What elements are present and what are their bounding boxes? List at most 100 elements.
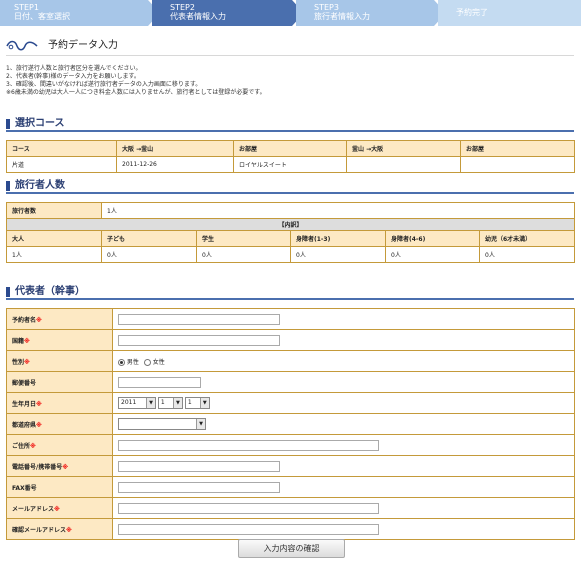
header-cell: 大阪 →釜山 (116, 140, 234, 157)
gender-male-radio[interactable] (118, 358, 125, 366)
cell-value: 0人 (478, 246, 576, 263)
header-cell: お部屋 (233, 140, 347, 157)
required-mark: ※ (36, 421, 42, 429)
header-cell: お部屋 (460, 140, 575, 157)
form-row-email: メールアドレス※ (6, 497, 575, 519)
field-label: 確認メールアドレス※ (6, 518, 113, 540)
confirm-input-button[interactable]: 入力内容の確認 (238, 539, 345, 558)
required-mark: ※ (54, 505, 60, 513)
step-3-label: 旅行者情報入力 (314, 12, 370, 21)
prefecture-select[interactable]: ▼ (118, 418, 206, 430)
instruction-line: 3、確認後、間違いがなければ遂行旅行者データの入力画面に移ります。 (6, 81, 202, 88)
header-cell: 身障者(4-6) (385, 230, 480, 247)
address-input[interactable] (118, 439, 379, 451)
header-cell: 子ども (101, 230, 197, 247)
step-3-number: STEP3 (314, 3, 339, 12)
step-3: STEP3 旅行者情報入力 (296, 0, 446, 26)
page-title-bar: 予約データ入力 (6, 38, 574, 56)
table-row: 【内訳】 (5, 218, 576, 231)
wave-ornament-icon (6, 40, 38, 51)
step-2-label: 代表者情報入力 (170, 12, 226, 21)
field-label: 国籍※ (6, 329, 113, 351)
table-row: 片道 2011-12-26 ロイヤルスイート (6, 156, 575, 173)
dropdown-arrow-icon: ▼ (146, 398, 155, 408)
header-cell: 釜山 →大阪 (346, 140, 461, 157)
form-row-email-confirm: 確認メールアドレス※ (6, 518, 575, 540)
table-header-row: 大人 子ども 学生 身障者(1-3) 身障者(4-6) 幼児（6才未満） (6, 230, 576, 247)
birth-day-select[interactable]: 1 ▼ (184, 397, 210, 409)
phone-input[interactable] (118, 460, 280, 472)
step-1: STEP1 日付、客室選択 (0, 0, 160, 26)
header-cell: 身障者(1-3) (290, 230, 386, 247)
form-row-prefecture: 都道府県※ ▼ (6, 413, 575, 435)
instruction-line: 2、代表者(幹事)様のデータ入力をお願いします。 (6, 73, 140, 80)
step-progress-bar: STEP1 日付、客室選択 STEP2 代表者情報入力 STEP3 旅行者情報入… (0, 0, 581, 26)
field-label: ご住所※ (6, 434, 113, 456)
form-row-nationality: 国籍※ (6, 329, 575, 351)
field-cell (112, 308, 575, 330)
representative-form: 予約者名※ 国籍※ 性別※ 男性 女性 郵便番号 生年月日※ 2011 ▼ 1 ▼ … (6, 308, 575, 540)
field-label: 予約者名※ (6, 308, 113, 330)
course-table: コース 大阪 →釜山 お部屋 釜山 →大阪 お部屋 片道 2011-12-26 … (6, 140, 575, 173)
gender-female-label: 女性 (152, 358, 165, 366)
nationality-input[interactable] (118, 334, 280, 346)
field-cell: ▼ (112, 413, 575, 435)
field-label: 性別※ (6, 350, 113, 372)
step-1-number: STEP1 (14, 3, 39, 12)
field-cell (112, 455, 575, 477)
fax-input[interactable] (118, 481, 280, 493)
instruction-line: 1、旅行遂行人数と旅行者区分を選んでください。 (6, 65, 142, 72)
dropdown-arrow-icon: ▼ (172, 398, 182, 408)
email-confirm-input[interactable] (118, 523, 379, 535)
dropdown-arrow-icon: ▼ (196, 419, 205, 429)
total-travelers-value: 1人 (100, 202, 576, 219)
cell-course-type: 片道 (6, 156, 117, 173)
dropdown-arrow-icon: ▼ (199, 398, 209, 408)
birth-month-select[interactable]: 1 ▼ (157, 397, 183, 409)
travelers-table: 旅行者数 1人 【内訳】 大人 子ども 学生 身障者(1-3) 身障者(4-6)… (5, 202, 576, 263)
field-cell (112, 518, 575, 540)
section-heading-representative: 代表者（幹事） (6, 286, 574, 300)
required-mark: ※ (36, 400, 42, 408)
step-1-label: 日付、客室選択 (14, 12, 70, 21)
cell-value: 0人 (101, 246, 197, 263)
form-row-postal: 郵便番号 (6, 371, 575, 393)
form-row-fax: FAX番号 (6, 476, 575, 498)
step-2-current: STEP2 代表者情報入力 (152, 0, 304, 26)
required-mark: ※ (30, 442, 36, 450)
form-row-name: 予約者名※ (6, 308, 575, 330)
required-mark: ※ (36, 316, 42, 324)
email-input[interactable] (118, 502, 379, 514)
field-cell (112, 497, 575, 519)
required-mark: ※ (62, 463, 69, 471)
cell-return-room (460, 156, 575, 173)
required-mark: ※ (24, 358, 30, 366)
step-2-number: STEP2 (170, 3, 195, 12)
birth-year-select[interactable]: 2011 ▼ (118, 397, 156, 409)
field-label: 郵便番号 (6, 371, 113, 393)
step-4: 予約完了 (438, 0, 581, 26)
cell-return-date (346, 156, 461, 173)
field-cell (112, 371, 575, 393)
field-cell: 2011 ▼ 1 ▼ 1 ▼ (112, 392, 575, 414)
cell-value: 1人 (6, 246, 102, 263)
reserver-name-input[interactable] (118, 313, 280, 325)
field-cell: 男性 女性 (112, 350, 575, 372)
gender-female-radio[interactable] (143, 358, 151, 366)
required-mark: ※ (66, 526, 72, 534)
form-row-phone: 電話番号/携帯番号※ (6, 455, 575, 477)
step-4-label: 予約完了 (456, 8, 488, 17)
field-cell (112, 476, 575, 498)
section-heading-course: 選択コース (6, 118, 574, 132)
cell-outbound-room: ロイヤルスイート (233, 156, 347, 173)
instructions: 1、旅行遂行人数と旅行者区分を選んでください。 2、代表者(幹事)様のデータ入力… (6, 65, 266, 97)
form-row-birthday: 生年月日※ 2011 ▼ 1 ▼ 1 ▼ (6, 392, 575, 414)
cell-value: 0人 (385, 246, 480, 263)
field-cell (112, 434, 575, 456)
breakdown-label: 【内訳】 (5, 218, 576, 231)
required-mark: ※ (24, 337, 30, 345)
table-header-row: コース 大阪 →釜山 お部屋 釜山 →大阪 お部屋 (6, 140, 575, 157)
header-cell: 学生 (196, 230, 291, 247)
postal-code-input[interactable] (118, 376, 201, 388)
section-heading-travelers: 旅行者人数 (6, 180, 574, 194)
